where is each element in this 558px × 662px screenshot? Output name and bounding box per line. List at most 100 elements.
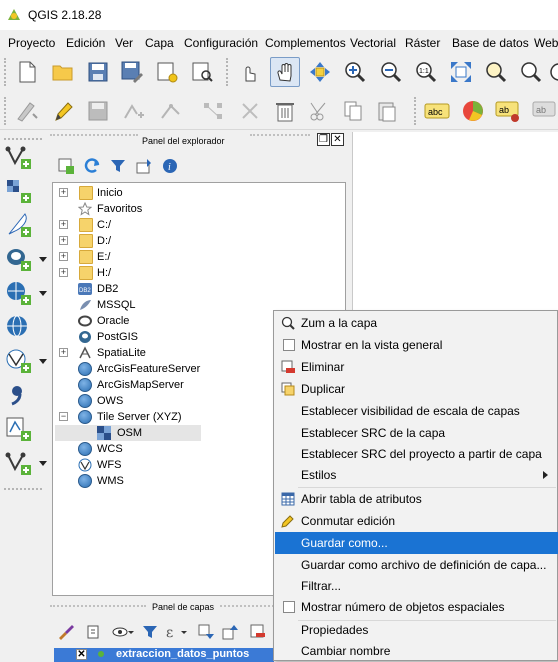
add-delimited-text-button[interactable] [5, 210, 45, 240]
filter-legend-button[interactable] [138, 620, 162, 644]
tree-item-drive-h[interactable]: + H:/ [53, 265, 345, 281]
expand-icon[interactable]: + [59, 220, 68, 229]
menu-open-attribute-table[interactable]: Abrir tabla de atributos [275, 488, 558, 510]
filter-browser-button[interactable] [106, 154, 130, 178]
zoom-native-resolution-button[interactable]: 1:1 [411, 57, 441, 87]
save-project-button[interactable] [83, 57, 113, 87]
paste-features-button[interactable] [372, 96, 402, 126]
save-as-button[interactable] [117, 57, 147, 87]
tree-item-favoritos[interactable]: Favoritos [53, 201, 345, 217]
manage-visibility-button[interactable] [108, 620, 138, 644]
tree-item-drive-d[interactable]: + D:/ [53, 233, 345, 249]
pan-to-selection-button[interactable] [305, 57, 335, 87]
menu-zoom-to-layer[interactable]: Zum a la capa [275, 312, 558, 334]
collapse-all-button[interactable] [218, 620, 242, 644]
add-spatialite-layer-button[interactable] [5, 278, 47, 308]
new-spatialite-layer-button[interactable] [5, 448, 47, 478]
touch-zoom-button[interactable] [234, 57, 264, 87]
pan-map-button[interactable] [270, 57, 300, 87]
checkbox-icon[interactable] [283, 601, 295, 613]
expand-icon[interactable]: + [59, 268, 68, 277]
chevron-down-icon[interactable] [39, 257, 47, 262]
panel-grip[interactable] [220, 605, 274, 607]
tree-item-drive-e[interactable]: + E:/ [53, 249, 345, 265]
add-wfs-layer-button[interactable] [5, 346, 47, 376]
add-group-button[interactable] [82, 620, 106, 644]
new-shapefile-layer-button[interactable] [5, 414, 45, 444]
menu-toggle-editing[interactable]: Conmutar edición [275, 510, 558, 532]
menu-complementos[interactable]: Complementos [265, 36, 346, 50]
chevron-down-icon[interactable] [39, 359, 47, 364]
add-vector-layer-button[interactable] [5, 142, 45, 172]
cut-features-button[interactable] [305, 96, 335, 126]
tree-item-inicio[interactable]: + Inicio [53, 185, 345, 201]
menu-proyecto[interactable]: Proyecto [8, 36, 55, 50]
menu-set-scale-visibility[interactable]: Establecer visibilidad de escala de capa… [275, 400, 558, 422]
add-wms-layer-button[interactable] [5, 312, 45, 342]
toolbar-grip[interactable] [414, 97, 418, 125]
filter-by-expression-button[interactable]: ε [162, 620, 192, 644]
checkbox-icon[interactable] [283, 339, 295, 351]
collapse-icon[interactable]: − [59, 412, 68, 421]
add-postgis-layer-button[interactable] [5, 244, 47, 274]
menu-duplicate[interactable]: Duplicar [275, 378, 558, 400]
expand-icon[interactable]: + [59, 252, 68, 261]
menu-set-project-crs[interactable]: Establecer SRC del proyecto a partir de … [275, 443, 558, 465]
menu-ver[interactable]: Ver [115, 36, 133, 50]
menu-web[interactable]: Web [534, 36, 558, 50]
panel-grip[interactable] [50, 134, 138, 136]
zoom-out-button[interactable] [376, 57, 406, 87]
toolbar-grip[interactable] [4, 488, 42, 490]
menu-capa[interactable]: Capa [145, 36, 174, 50]
toggle-editing-button[interactable] [48, 96, 78, 126]
copy-features-button[interactable] [338, 96, 368, 126]
add-virtual-layer-button[interactable] [5, 380, 45, 410]
menu-filter[interactable]: Filtrar... [275, 575, 558, 597]
tree-item-osm[interactable]: OSM [55, 425, 201, 441]
chevron-down-icon[interactable] [39, 461, 47, 466]
new-print-composer-button[interactable] [152, 57, 182, 87]
menu-save-as[interactable]: Guardar como... [275, 532, 558, 554]
collapse-all-button[interactable] [132, 154, 156, 178]
properties-button[interactable]: i [158, 154, 182, 178]
menu-edicion[interactable]: Edición [66, 36, 105, 50]
menu-save-as-layer-definition[interactable]: Guardar como archivo de definición de ca… [275, 554, 558, 576]
new-project-button[interactable] [12, 57, 42, 87]
remove-layer-button[interactable] [246, 620, 270, 644]
delete-selected-button[interactable] [235, 96, 265, 126]
menu-show-feature-count[interactable]: Mostrar número de objetos espaciales [275, 596, 558, 618]
toolbar-grip[interactable] [4, 58, 8, 86]
panel-grip[interactable] [50, 605, 146, 607]
expand-icon[interactable]: + [59, 236, 68, 245]
toolbar-grip[interactable] [4, 97, 8, 125]
menu-show-in-overview[interactable]: Mostrar en la vista general [275, 334, 558, 356]
layer-labeling-button[interactable]: abc [422, 96, 452, 126]
close-panel-button[interactable]: ✕ [331, 133, 344, 146]
tree-item-drive-c[interactable]: + C:/ [53, 217, 345, 233]
expand-all-button[interactable] [194, 620, 218, 644]
layer-styling-button[interactable] [54, 620, 78, 644]
node-tool-button[interactable] [199, 96, 229, 126]
pin-labels-button[interactable]: ab [528, 96, 558, 126]
save-layer-edits-button[interactable] [83, 96, 113, 126]
panel-grip[interactable] [250, 134, 310, 136]
composer-manager-button[interactable] [187, 57, 217, 87]
expand-icon[interactable]: + [59, 188, 68, 197]
add-feature-button[interactable] [119, 96, 149, 126]
layer-item-selected[interactable]: ✕ extraccion_datos_puntos [54, 648, 274, 662]
menu-properties[interactable]: Propiedades [275, 619, 558, 641]
menu-styles[interactable]: Estilos [275, 464, 558, 486]
zoom-last-button[interactable] [548, 57, 558, 87]
zoom-in-button[interactable] [340, 57, 370, 87]
current-edits-button[interactable] [12, 96, 42, 126]
refresh-button[interactable] [80, 154, 104, 178]
menu-vectorial[interactable]: Vectorial [350, 36, 396, 50]
menu-set-layer-crs[interactable]: Establecer SRC de la capa [275, 422, 558, 444]
menu-configuracion[interactable]: Configuración [184, 36, 258, 50]
toolbar-grip[interactable] [4, 138, 42, 140]
expand-icon[interactable]: + [59, 348, 68, 357]
menu-remove[interactable]: Eliminar [275, 356, 558, 378]
zoom-full-button[interactable] [446, 57, 476, 87]
zoom-to-selection-button[interactable] [481, 57, 511, 87]
menu-base-de-datos[interactable]: Base de datos [452, 36, 529, 50]
